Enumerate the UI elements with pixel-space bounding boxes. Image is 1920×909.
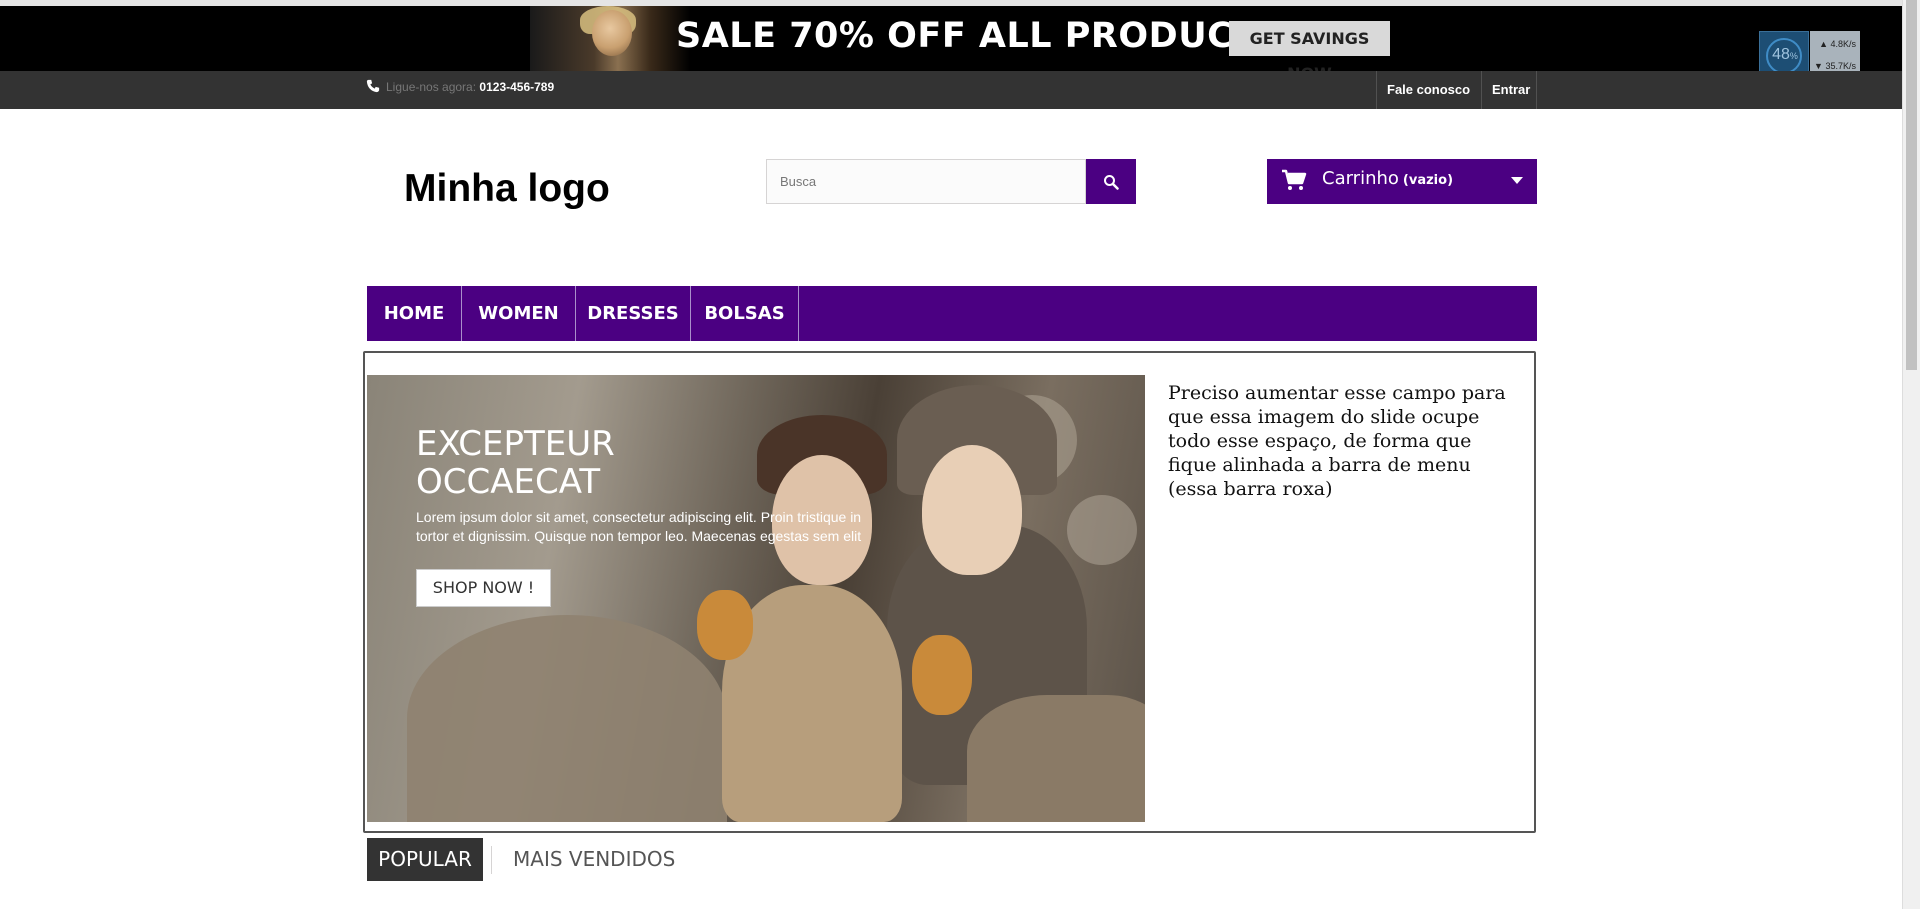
promo-headline: SALE 70% OFF ALL PRODUCTS: [676, 16, 1284, 56]
cart-icon: [1282, 169, 1307, 190]
search-button[interactable]: [1086, 159, 1136, 204]
slide-text: Lorem ipsum dolor sit amet, consectetur …: [416, 509, 862, 544]
promo-banner[interactable]: SALE 70% OFF ALL PRODUCTS GET SAVINGS NO…: [0, 6, 1903, 83]
menu-item-home[interactable]: HOME: [367, 286, 462, 341]
tab-divider: [491, 846, 492, 874]
gauge-value: 48: [1772, 46, 1790, 63]
cart-label: Carrinho: [1322, 168, 1399, 189]
search-input[interactable]: [766, 159, 1086, 204]
tab-best-sellers[interactable]: MAIS VENDIDOS: [513, 838, 675, 881]
promo-model-image: [530, 6, 690, 71]
menu-item-dresses[interactable]: DRESSES: [576, 286, 691, 341]
shop-now-button[interactable]: SHOP NOW !: [416, 569, 551, 607]
scrollbar-thumb[interactable]: [1906, 0, 1917, 370]
slide-title: EXCEPTEUR OCCAECAT: [416, 424, 615, 502]
download-rate: 35.7K/s: [1825, 61, 1856, 71]
menu-item-bolsas[interactable]: BOLSAS: [691, 286, 799, 341]
search-form: [766, 159, 1136, 204]
phone-label: Ligue-nos agora:: [386, 80, 477, 94]
hero-slide[interactable]: EXCEPTEUR OCCAECAT Lorem ipsum dolor sit…: [367, 375, 1145, 822]
cart-status: (vazio): [1402, 173, 1454, 188]
chevron-down-icon: [1511, 177, 1523, 184]
phone-number: 0123-456-789: [479, 80, 555, 94]
menu-item-women[interactable]: WOMEN: [462, 286, 576, 341]
get-savings-button[interactable]: GET SAVINGS NOW: [1229, 21, 1390, 83]
upload-arrow-icon: ▲: [1819, 39, 1831, 49]
gauge-unit: %: [1789, 51, 1798, 61]
contact-link[interactable]: Fale conosco: [1376, 71, 1482, 109]
slide-plants-image: [407, 615, 727, 822]
search-icon: [1104, 174, 1119, 190]
cart-button[interactable]: Carrinho (vazio): [1267, 159, 1537, 204]
main-menu: HOME WOMEN DRESSES BOLSAS: [367, 286, 1537, 341]
upload-rate: 4.8K/s: [1830, 39, 1856, 49]
top-nav-bar: Ligue-nos agora: 0123-456-789 Fale conos…: [0, 71, 1903, 109]
page-scrollbar[interactable]: [1902, 0, 1920, 909]
tab-popular[interactable]: POPULAR: [367, 838, 483, 881]
login-link[interactable]: Entrar: [1481, 71, 1537, 109]
phone-info: Ligue-nos agora: 0123-456-789: [366, 79, 554, 94]
site-logo[interactable]: Minha logo: [404, 167, 610, 211]
side-note: Preciso aumentar esse campo para que ess…: [1168, 382, 1506, 500]
phone-icon: [366, 79, 380, 93]
download-arrow-icon: ▼: [1814, 61, 1826, 71]
